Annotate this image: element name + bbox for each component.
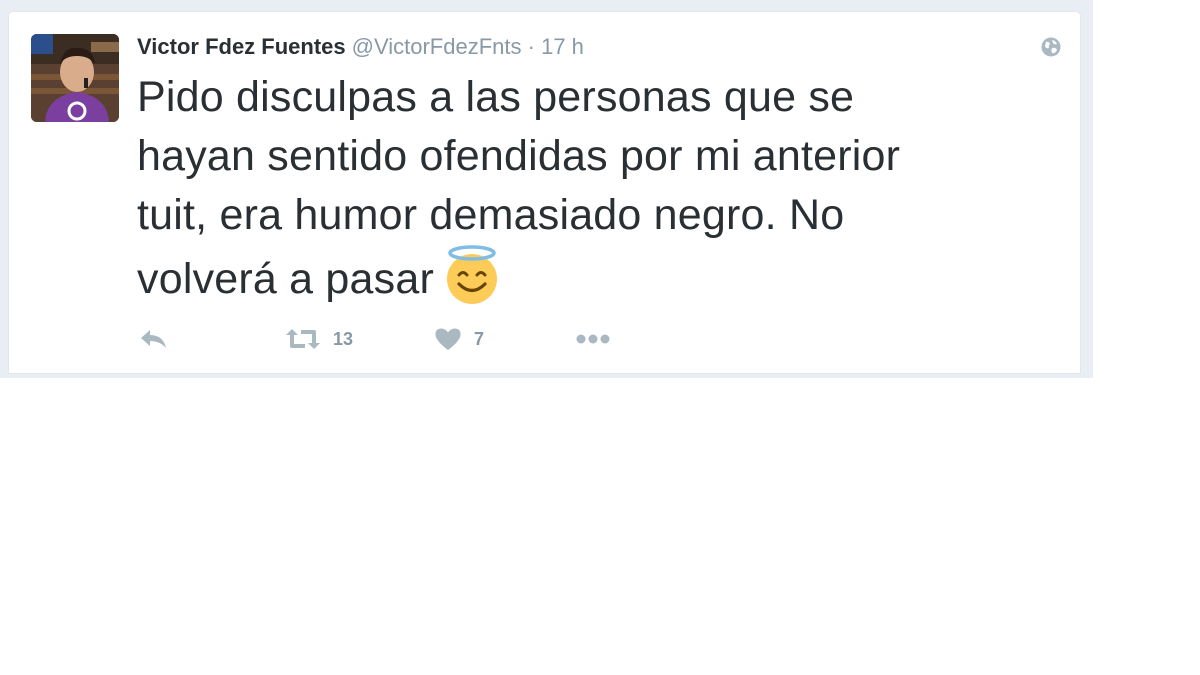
tweet-card[interactable]: Victor Fdez Fuentes @VictorFdezFnts · 17 … bbox=[8, 11, 1081, 374]
author-fullname[interactable]: Victor Fdez Fuentes bbox=[137, 34, 346, 59]
retweet-button[interactable]: 13 bbox=[285, 325, 353, 353]
smiling-face-with-halo-icon bbox=[447, 245, 497, 304]
heart-icon bbox=[435, 328, 461, 350]
reply-button[interactable] bbox=[139, 325, 169, 353]
tweet-text-line: volverá a pasar bbox=[137, 255, 434, 303]
author-avatar[interactable] bbox=[31, 34, 119, 122]
globe-icon bbox=[1041, 37, 1061, 57]
screenshot-canvas: Victor Fdez Fuentes @VictorFdezFnts · 17 … bbox=[0, 0, 1200, 675]
tweet-text-line-last: volverá a pasar bbox=[137, 245, 1037, 309]
retweet-icon bbox=[286, 329, 320, 349]
author-username[interactable]: @VictorFdezFnts bbox=[352, 34, 522, 59]
more-icon bbox=[576, 334, 610, 344]
tweet-header: Victor Fdez Fuentes @VictorFdezFnts · 17 … bbox=[137, 34, 584, 60]
retweet-count: 13 bbox=[333, 328, 354, 349]
reply-icon bbox=[141, 330, 166, 348]
tweet-text: Pido disculpas a las personas que se hay… bbox=[137, 68, 1037, 309]
tweet-timestamp[interactable]: 17 h bbox=[541, 34, 584, 59]
header-separator: · bbox=[527, 34, 535, 59]
like-count: 7 bbox=[474, 328, 485, 349]
tweet-text-line: tuit, era humor demasiado negro. No bbox=[137, 191, 845, 239]
like-button[interactable]: 7 bbox=[434, 325, 484, 353]
avatar-photo bbox=[31, 34, 119, 122]
tweet-text-line: Pido disculpas a las personas que se bbox=[137, 73, 855, 121]
tweet-text-line: hayan sentido ofendidas por mi anterior bbox=[137, 132, 901, 180]
more-button[interactable] bbox=[575, 325, 611, 353]
tweet-actions: 13 7 bbox=[137, 325, 657, 353]
